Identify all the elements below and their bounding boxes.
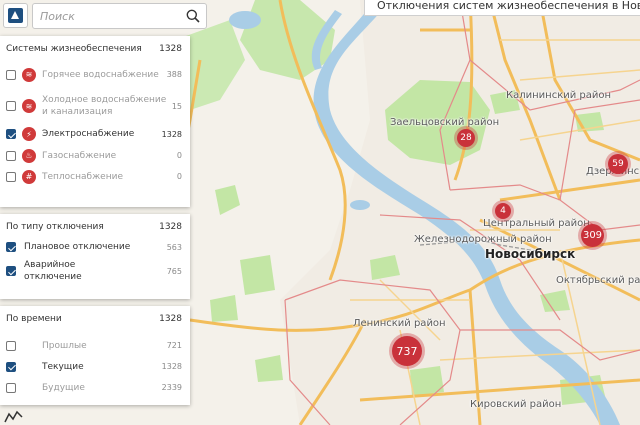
filter-emergency[interactable]: Аварийное отключение 765 [0,256,190,286]
district-label-zheleznodorozhny: Железнодорожный район [414,234,552,245]
logo-icon [8,8,23,23]
logo-button[interactable] [3,3,28,28]
filter-gas[interactable]: ♨ Газоснабжение 0 [0,145,190,166]
checkbox-checked[interactable] [6,242,16,252]
filter-label: Газоснабжение [42,150,117,161]
panel-total: 1328 [159,314,182,324]
filter-count: 1328 [161,129,182,139]
checkbox-checked[interactable] [6,129,16,139]
checkbox[interactable] [6,171,16,182]
filter-label: Будущие [42,382,85,393]
district-label-leninsky: Ленинский район [353,318,446,329]
district-label-kalininsky: Калининский район [506,90,612,101]
checkbox-checked[interactable] [6,266,16,276]
search-input[interactable] [40,8,185,25]
cold-water-icon: ≋ [22,99,36,113]
panel-total: 1328 [159,44,182,54]
checkbox[interactable] [6,101,16,111]
heating-icon: # [22,169,36,184]
type-filter-panel: По типу отключения 1328 Плановое отключе… [0,214,190,299]
filter-label: Текущие [42,361,84,372]
filter-label: Холодное водоснабжение и канализация [42,95,167,117]
filter-label: Горячее водоснабжение [42,69,159,80]
filter-count: 0 [176,151,182,160]
systems-filter-panel: Системы жизнеобеспечения 1328 ≋ Горячее … [0,36,190,207]
filter-future[interactable]: Будущие 2339 [0,377,190,398]
gas-flame-icon: ♨ [22,148,36,163]
filter-label: Теплоснабжение [42,171,123,182]
filter-heating[interactable]: # Теплоснабжение 0 [0,166,190,187]
filter-electricity[interactable]: ⚡ Электроснабжение 1328 [0,123,190,145]
filter-count: 721 [166,341,182,350]
checkbox-checked[interactable] [6,361,16,372]
cluster-marker[interactable]: 4 [495,203,511,219]
city-label: Новосибирск [485,247,576,261]
lightning-icon: ⚡ [22,127,36,141]
district-label-kirovsky: Кировский район [470,399,562,410]
filter-count: 15 [171,101,182,111]
filter-count: 0 [176,172,182,181]
filter-past[interactable]: Прошлые 721 [0,335,190,356]
district-label-zaeltsovsky: Заельцовский район [390,117,500,128]
filter-cold-water[interactable]: ≋ Холодное водоснабжение и канализация 1… [0,89,190,123]
panel-title: По типу отключения [6,222,104,232]
cluster-marker[interactable]: 59 [608,154,628,174]
filter-count: 563 [166,242,182,252]
cluster-marker[interactable]: 309 [581,224,604,247]
district-label-centralny: Центральный район [483,218,590,229]
time-filter-panel: По времени 1328 Прошлые 721 Текущие 1328… [0,306,190,405]
search-icon[interactable] [186,9,200,23]
filter-count: 2339 [161,383,182,392]
panel-total: 1328 [159,222,182,232]
chart-toggle-button[interactable] [3,408,25,425]
filter-count: 765 [166,266,182,276]
district-label-oktyabrsky: Октябрьский район [556,275,640,286]
cluster-marker[interactable]: 737 [392,336,422,366]
checkbox[interactable] [6,382,16,393]
checkbox[interactable] [6,340,16,351]
filter-count: 1328 [161,362,182,371]
panel-title: Системы жизнеобеспечения [6,44,142,54]
filter-label: Прошлые [42,340,87,351]
page-title: Отключения систем жизнеобеспечения в Нов… [364,0,640,16]
filter-hot-water[interactable]: ≋ Горячее водоснабжение 388 [0,60,190,89]
filter-label: Аварийное отключение [24,260,82,282]
filter-label: Электроснабжение [42,129,135,139]
hot-water-icon: ≋ [22,67,36,82]
chart-line-icon [4,410,23,423]
cluster-marker[interactable]: 28 [457,129,475,147]
search-box[interactable] [32,3,207,29]
panel-title: По времени [6,314,62,324]
checkbox[interactable] [6,150,16,161]
filter-planned[interactable]: Плановое отключение 563 [0,238,190,256]
checkbox[interactable] [6,69,16,80]
filter-label: Плановое отключение [24,242,131,252]
filter-current[interactable]: Текущие 1328 [0,356,190,377]
filter-count: 388 [166,70,182,79]
